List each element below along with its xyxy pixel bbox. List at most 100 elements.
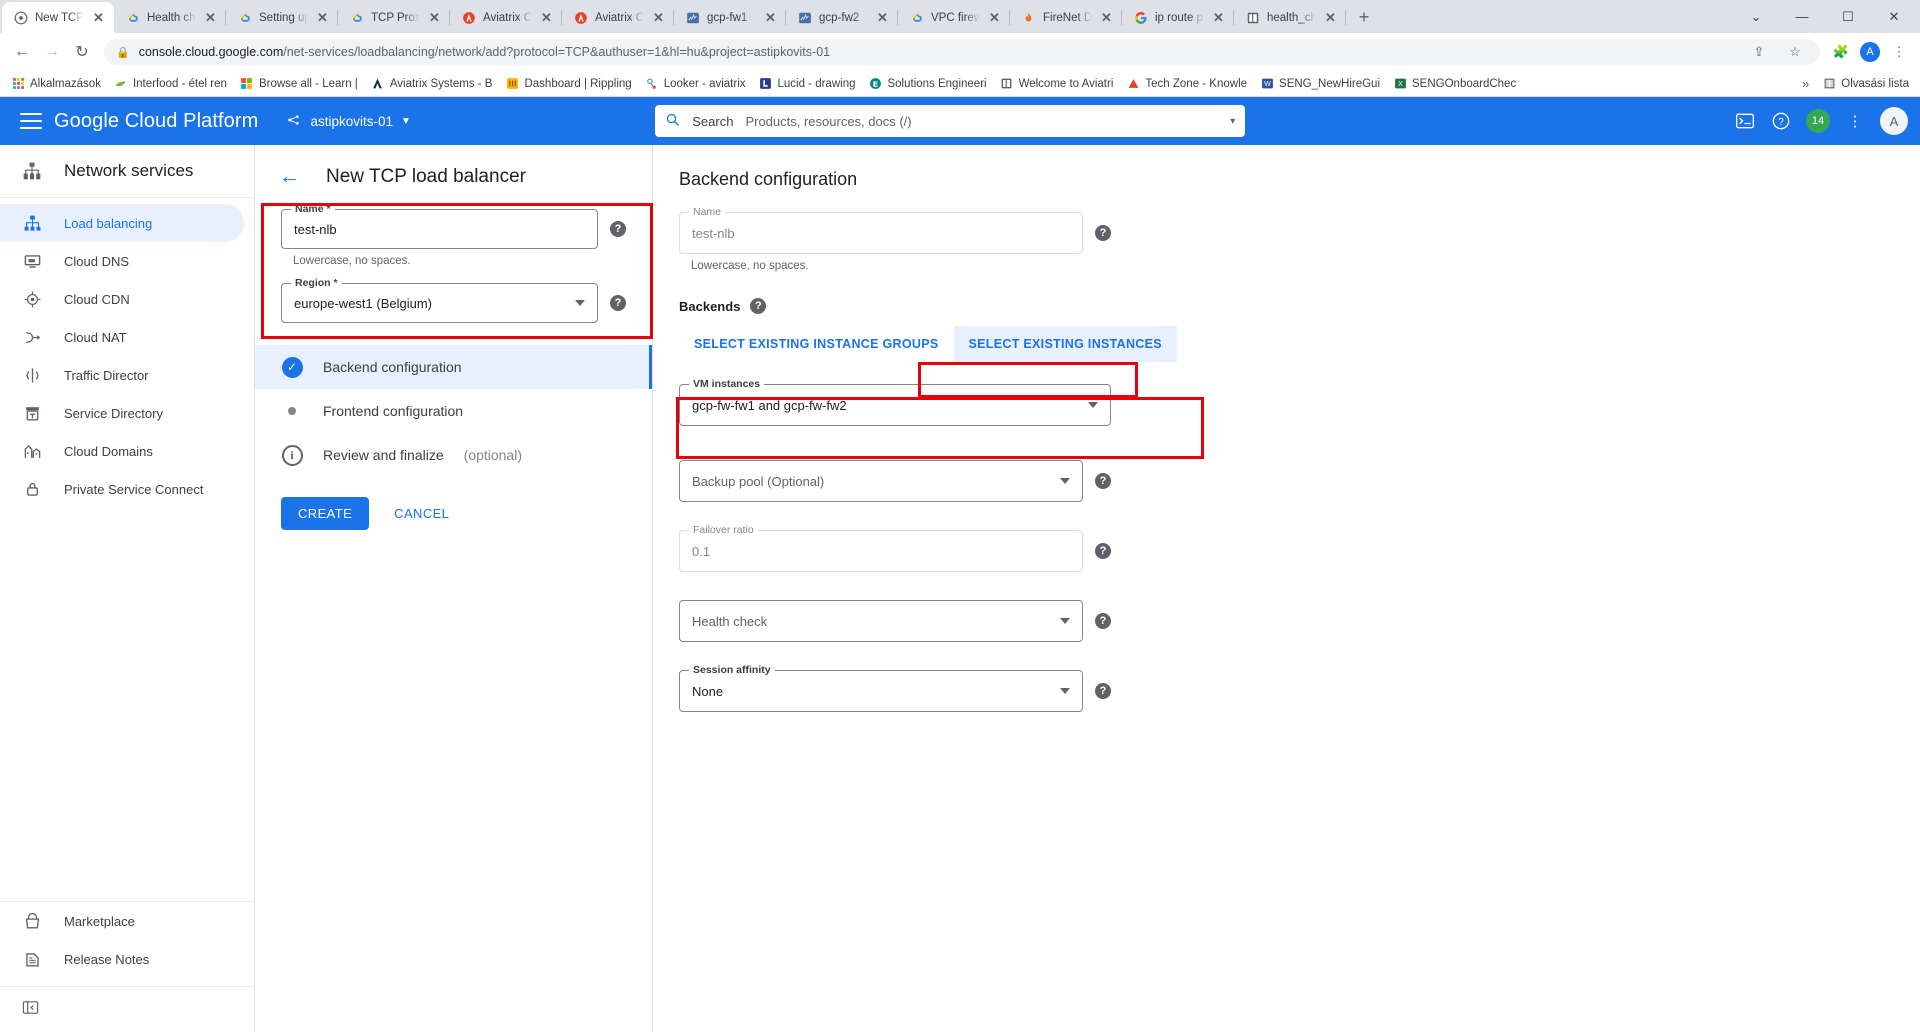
sidebar-item-traffic-director[interactable]: Traffic Director bbox=[0, 356, 244, 394]
name-help-icon[interactable]: ? bbox=[610, 221, 626, 237]
failover-ratio-help-icon[interactable]: ? bbox=[1095, 543, 1111, 559]
sidebar-item-release-notes[interactable]: Release Notes bbox=[0, 940, 244, 978]
global-search-box[interactable]: Search Products, resources, docs (/) ▾ bbox=[655, 105, 1245, 137]
search-chevron-down-icon[interactable]: ▾ bbox=[1230, 116, 1235, 127]
gcp-logo[interactable]: Google Cloud Platform bbox=[54, 110, 258, 133]
extensions-icon[interactable]: 🧩 bbox=[1828, 39, 1854, 65]
project-selector[interactable]: astipkovits-01 ▼ bbox=[286, 112, 410, 131]
wizard-step-frontend-configuration[interactable]: Frontend configuration bbox=[255, 389, 652, 433]
cloud-shell-icon[interactable] bbox=[1734, 110, 1756, 132]
bookmark-item[interactable]: Aviatrix Systems - B bbox=[366, 75, 498, 93]
minimize-button[interactable]: — bbox=[1780, 1, 1824, 32]
address-bar[interactable]: 🔒 console.cloud.google.com/net-services/… bbox=[104, 39, 1820, 65]
health-check-select[interactable]: Health check bbox=[679, 600, 1083, 642]
close-tab-icon[interactable]: ✕ bbox=[1211, 10, 1226, 25]
session-affinity-help-icon[interactable]: ? bbox=[1095, 683, 1111, 699]
google-cloud-icon bbox=[125, 10, 140, 25]
bookmark-item[interactable]: Browse all - Learn | bbox=[235, 75, 363, 93]
reload-button[interactable]: ↻ bbox=[68, 38, 96, 66]
profile-avatar[interactable]: A bbox=[1860, 42, 1880, 62]
browser-tab[interactable]: Aviatrix Contr✕ bbox=[450, 2, 562, 33]
close-tab-icon[interactable]: ✕ bbox=[987, 10, 1002, 25]
reading-list-button[interactable]: Olvasási lista bbox=[1817, 75, 1914, 93]
close-tab-icon[interactable]: ✕ bbox=[315, 10, 330, 25]
bookmark-item[interactable]: WSENG_NewHireGui bbox=[1255, 75, 1385, 93]
sidebar-item-marketplace[interactable]: Marketplace bbox=[0, 902, 244, 940]
browser-tab[interactable]: health_check ✕ bbox=[1234, 2, 1346, 33]
close-tab-icon[interactable]: ✕ bbox=[651, 10, 666, 25]
tab-search-icon[interactable]: ⌄ bbox=[1734, 1, 1778, 32]
close-tab-icon[interactable]: ✕ bbox=[875, 10, 890, 25]
back-button[interactable]: ← bbox=[8, 38, 36, 66]
backup-pool-select[interactable]: Backup pool (Optional) bbox=[679, 460, 1083, 502]
vm-instances-select[interactable]: VM instances gcp-fw-fw1 and gcp-fw-fw2 bbox=[679, 384, 1111, 426]
sidebar-item-cloud-nat[interactable]: Cloud NAT bbox=[0, 318, 244, 356]
bookmark-item[interactable]: XSENGOnboardChec bbox=[1388, 75, 1521, 93]
browser-tab[interactable]: gcp-fw1✕ bbox=[674, 2, 786, 33]
create-button[interactable]: CREATE bbox=[281, 497, 369, 530]
bookmark-item[interactable]: Solutions Engineeri bbox=[863, 75, 991, 93]
browser-tab[interactable]: ip route proto✕ bbox=[1122, 2, 1234, 33]
sidebar-item-load-balancing[interactable]: Load balancing bbox=[0, 204, 244, 242]
sharepoint-icon bbox=[868, 77, 882, 91]
sidebar-item-cloud-domains[interactable]: Cloud Domains bbox=[0, 432, 244, 470]
backend-source-tab[interactable]: SELECT EXISTING INSTANCES bbox=[954, 326, 1177, 362]
new-tab-button[interactable]: + bbox=[1350, 3, 1378, 31]
maximize-button[interactable]: ☐ bbox=[1826, 1, 1870, 32]
bookmark-item[interactable]: Tech Zone - Knowle bbox=[1121, 75, 1252, 93]
apps-grid-icon bbox=[11, 77, 25, 91]
browser-tab[interactable]: New TCP load✕ bbox=[2, 2, 114, 33]
collapse-panel-icon[interactable] bbox=[0, 987, 254, 1032]
sidebar-item-cloud-cdn[interactable]: Cloud CDN bbox=[0, 280, 244, 318]
hamburger-menu-icon[interactable] bbox=[20, 113, 42, 129]
browser-tab[interactable]: Aviatrix Copilo✕ bbox=[562, 2, 674, 33]
backend-source-tab[interactable]: SELECT EXISTING INSTANCE GROUPS bbox=[679, 326, 954, 362]
name-input[interactable]: Name * test-nlb bbox=[281, 209, 598, 249]
wizard-step-backend-configuration[interactable]: ✓Backend configuration bbox=[255, 345, 652, 389]
sidebar-item-cloud-dns[interactable]: Cloud DNS bbox=[0, 242, 244, 280]
star-icon[interactable]: ☆ bbox=[1782, 39, 1808, 65]
account-avatar[interactable]: A bbox=[1880, 107, 1908, 135]
bookmark-item[interactable]: Welcome to Aviatri bbox=[995, 75, 1119, 93]
cancel-button[interactable]: CANCEL bbox=[385, 497, 458, 530]
close-tab-icon[interactable]: ✕ bbox=[427, 10, 442, 25]
tab-title: health_check bbox=[1267, 12, 1316, 24]
backup-pool-help-icon[interactable]: ? bbox=[1095, 473, 1111, 489]
bookmark-item[interactable]: Alkalmazások bbox=[6, 75, 106, 93]
sidebar-item-service-directory[interactable]: Service Directory bbox=[0, 394, 244, 432]
bookmark-item[interactable]: Dashboard | Rippling bbox=[500, 75, 636, 93]
session-affinity-select[interactable]: Session affinity None bbox=[679, 670, 1083, 712]
bookmarks-overflow-button[interactable]: » bbox=[1802, 76, 1809, 91]
more-vert-icon[interactable]: ⋮ bbox=[1844, 110, 1866, 132]
browser-tab[interactable]: gcp-fw2✕ bbox=[786, 2, 898, 33]
close-window-button[interactable]: ✕ bbox=[1872, 1, 1916, 32]
close-tab-icon[interactable]: ✕ bbox=[91, 10, 106, 25]
close-tab-icon[interactable]: ✕ bbox=[203, 10, 218, 25]
browser-tab[interactable]: Health checks✕ bbox=[114, 2, 226, 33]
forward-button[interactable]: → bbox=[38, 38, 66, 66]
browser-tab[interactable]: TCP Proxy Loa✕ bbox=[338, 2, 450, 33]
share-icon[interactable]: ⇪ bbox=[1746, 39, 1772, 65]
chrome-menu-icon[interactable]: ⋮ bbox=[1886, 39, 1912, 65]
bookmark-item[interactable]: Lucid - drawing bbox=[754, 75, 861, 93]
notifications-badge[interactable]: 14 bbox=[1806, 109, 1830, 133]
close-tab-icon[interactable]: ✕ bbox=[1323, 10, 1338, 25]
sidebar-item-private-service-connect[interactable]: Private Service Connect bbox=[0, 470, 244, 508]
back-arrow-icon[interactable]: ← bbox=[279, 165, 300, 189]
close-tab-icon[interactable]: ✕ bbox=[763, 10, 778, 25]
health-check-help-icon[interactable]: ? bbox=[1095, 613, 1111, 629]
browser-tab[interactable]: Setting up TC✕ bbox=[226, 2, 338, 33]
region-help-icon[interactable]: ? bbox=[610, 295, 626, 311]
help-icon[interactable]: ? bbox=[1770, 110, 1792, 132]
close-tab-icon[interactable]: ✕ bbox=[1099, 10, 1114, 25]
region-select[interactable]: Region * europe-west1 (Belgium) bbox=[281, 283, 598, 323]
close-tab-icon[interactable]: ✕ bbox=[539, 10, 554, 25]
bookmark-item[interactable]: Looker - aviatrix bbox=[640, 75, 751, 93]
bookmark-item[interactable]: Interfood - étel ren bbox=[109, 75, 232, 93]
browser-tab[interactable]: VPC firewall ru✕ bbox=[898, 2, 1010, 33]
backends-help-icon[interactable]: ? bbox=[750, 298, 766, 314]
browser-tab[interactable]: FireNet Detail✕ bbox=[1010, 2, 1122, 33]
backend-name-help-icon[interactable]: ? bbox=[1095, 225, 1111, 241]
wizard-step-review-and-finalize[interactable]: iReview and finalize (optional) bbox=[255, 433, 652, 477]
excel-icon: X bbox=[1393, 77, 1407, 91]
